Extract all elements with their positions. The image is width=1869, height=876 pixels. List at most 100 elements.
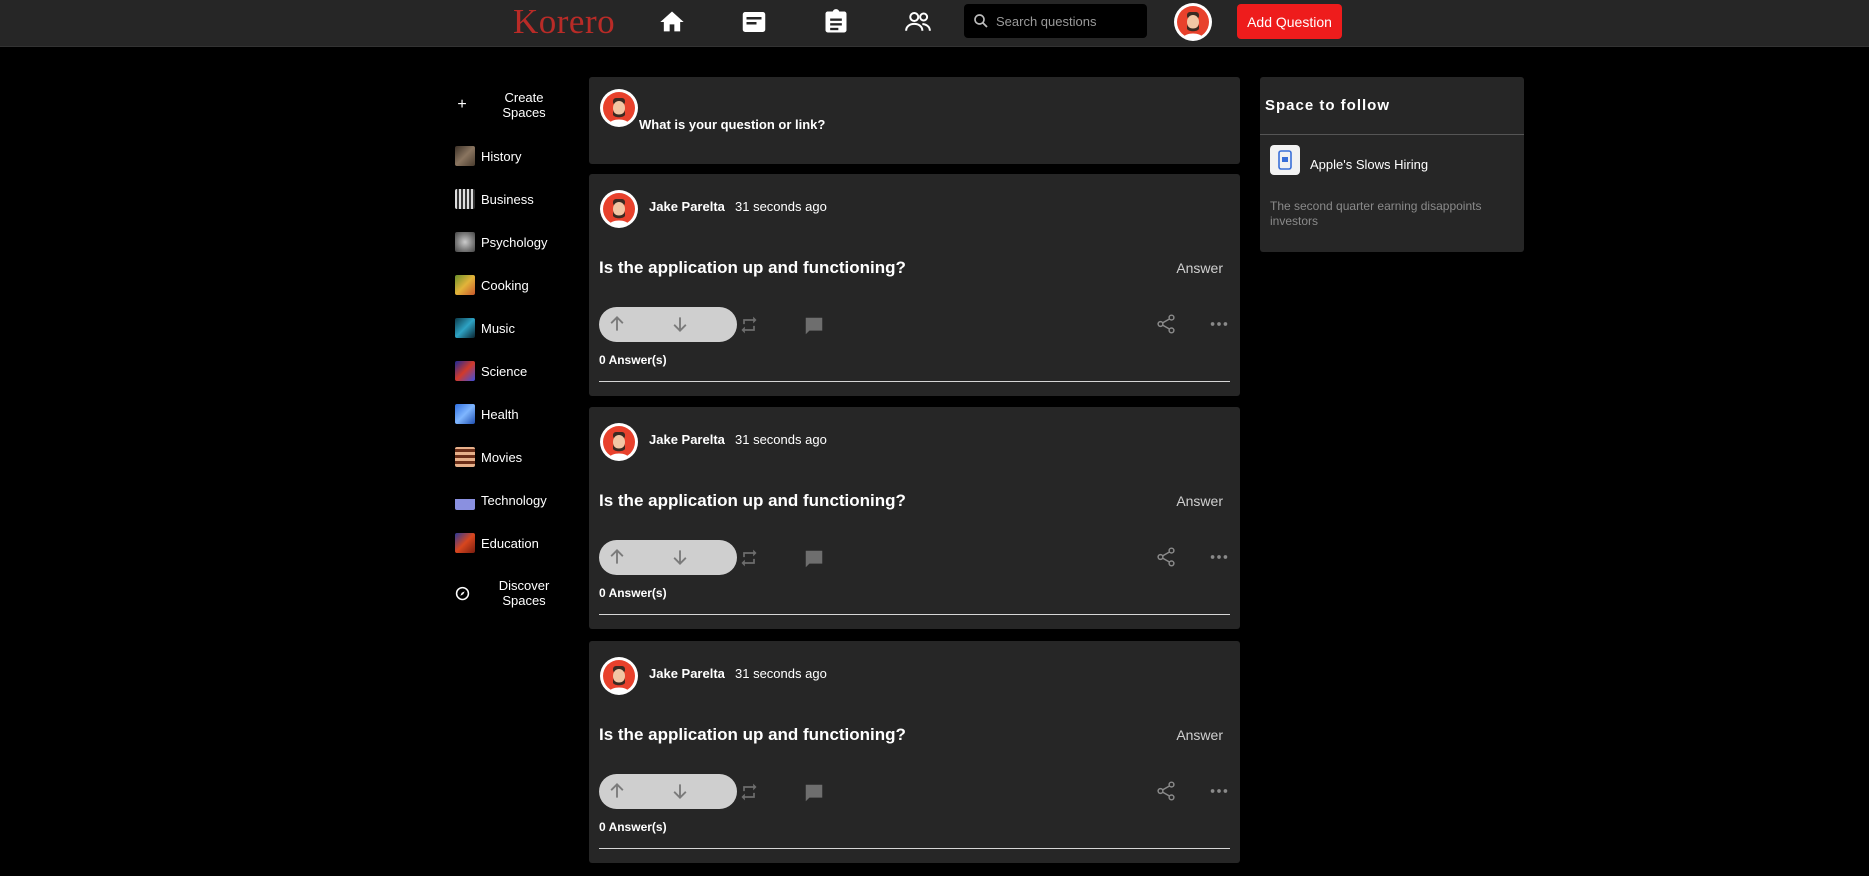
post-timestamp: 31 seconds ago <box>735 666 827 681</box>
movies-thumbnail <box>455 447 475 467</box>
answers-count: 0 Answer(s) <box>599 820 667 834</box>
sidebar-item-label: Education <box>481 535 539 551</box>
upvote-arrow-icon[interactable] <box>607 781 627 806</box>
answers-count: 0 Answer(s) <box>599 586 667 600</box>
search-input[interactable] <box>996 13 1136 29</box>
music-thumbnail <box>455 318 475 338</box>
space-description: The second quarter earning disappoints i… <box>1270 199 1482 228</box>
comment-icon[interactable] <box>803 548 825 575</box>
author-avatar[interactable] <box>599 656 639 696</box>
divider <box>599 381 1230 382</box>
psychology-thumbnail <box>455 232 475 252</box>
vote-pill <box>599 774 737 809</box>
space-to-follow-panel: Space to follow Apple's Slows Hiring The… <box>1260 77 1524 252</box>
sidebar-item-label: Cooking <box>481 277 529 293</box>
app-logo[interactable]: Korero <box>513 2 615 42</box>
sidebar-item-cooking[interactable]: Cooking <box>455 273 529 297</box>
search-bar[interactable] <box>964 4 1147 38</box>
repost-icon[interactable] <box>739 782 759 807</box>
business-thumbnail <box>455 189 475 209</box>
create-spaces-button[interactable]: + Create Spaces <box>452 88 582 122</box>
add-question-button[interactable]: Add Question <box>1237 4 1342 39</box>
more-options-icon[interactable] <box>1208 313 1230 340</box>
sidebar-item-psychology[interactable]: Psychology <box>455 230 547 254</box>
sidebar-item-label: Business <box>481 191 534 207</box>
author-name[interactable]: Jake Parelta <box>649 199 725 214</box>
create-spaces-label: Create Spaces <box>502 90 546 120</box>
question-post: Jake Parelta 31 seconds ago Is the appli… <box>589 174 1240 396</box>
science-thumbnail <box>455 361 475 381</box>
upvote-arrow-icon[interactable] <box>607 314 627 339</box>
author-name[interactable]: Jake Parelta <box>649 432 725 447</box>
divider <box>1260 134 1524 135</box>
technology-thumbnail <box>455 490 475 510</box>
panel-title: Space to follow <box>1265 97 1391 114</box>
comment-icon[interactable] <box>803 782 825 809</box>
clipboard-icon[interactable] <box>818 4 854 40</box>
sidebar-item-label: Music <box>481 320 515 336</box>
sidebar-item-label: Health <box>481 406 519 422</box>
share-icon[interactable] <box>1155 780 1177 807</box>
repost-icon[interactable] <box>739 315 759 340</box>
answers-count: 0 Answer(s) <box>599 353 667 367</box>
downvote-arrow-icon[interactable] <box>670 781 690 806</box>
sidebar-item-health[interactable]: Health <box>455 402 519 426</box>
question-title[interactable]: Is the application up and functioning? <box>599 725 906 745</box>
downvote-arrow-icon[interactable] <box>670 314 690 339</box>
cooking-thumbnail <box>455 275 475 295</box>
ask-question-box[interactable]: What is your question or link? <box>589 77 1240 164</box>
news-icon[interactable] <box>736 4 772 40</box>
sidebar-item-business[interactable]: Business <box>455 187 534 211</box>
ask-prompt[interactable]: What is your question or link? <box>639 117 825 132</box>
sidebar-item-music[interactable]: Music <box>455 316 515 340</box>
share-icon[interactable] <box>1155 313 1177 340</box>
sidebar-item-science[interactable]: Science <box>455 359 527 383</box>
user-avatar[interactable] <box>1173 2 1213 42</box>
answer-button[interactable]: Answer <box>1176 260 1223 276</box>
divider <box>599 848 1230 849</box>
sidebar-item-history[interactable]: History <box>455 144 521 168</box>
question-post: Jake Parelta 31 seconds ago Is the appli… <box>589 407 1240 629</box>
more-options-icon[interactable] <box>1208 780 1230 807</box>
ask-avatar <box>599 88 639 128</box>
health-thumbnail <box>455 404 475 424</box>
vote-pill <box>599 307 737 342</box>
question-post: Jake Parelta 31 seconds ago Is the appli… <box>589 641 1240 863</box>
sidebar-item-technology[interactable]: Technology <box>455 488 547 512</box>
discover-spaces-button[interactable]: Discover Spaces <box>452 576 582 610</box>
vote-pill <box>599 540 737 575</box>
repost-icon[interactable] <box>739 548 759 573</box>
more-options-icon[interactable] <box>1208 546 1230 573</box>
sidebar-item-label: Psychology <box>481 234 548 250</box>
sidebar-item-movies[interactable]: Movies <box>455 445 522 469</box>
share-icon[interactable] <box>1155 546 1177 573</box>
upvote-arrow-icon[interactable] <box>607 547 627 572</box>
discover-spaces-label: Discover Spaces <box>498 578 550 608</box>
education-thumbnail <box>455 533 475 553</box>
space-name[interactable]: Apple's Slows Hiring <box>1310 157 1428 172</box>
post-timestamp: 31 seconds ago <box>735 199 827 214</box>
sidebar-item-education[interactable]: Education <box>455 531 539 555</box>
sidebar-item-label: Movies <box>481 449 523 465</box>
answer-button[interactable]: Answer <box>1176 727 1223 743</box>
author-name[interactable]: Jake Parelta <box>649 666 725 681</box>
people-icon[interactable] <box>900 4 936 40</box>
space-icon[interactable] <box>1270 145 1300 175</box>
compass-icon <box>452 586 472 601</box>
sidebar-item-label: Science <box>481 363 528 379</box>
divider <box>599 614 1230 615</box>
author-avatar[interactable] <box>599 189 639 229</box>
sidebar-item-label: Technology <box>481 492 547 508</box>
comment-icon[interactable] <box>803 315 825 342</box>
downvote-arrow-icon[interactable] <box>670 547 690 572</box>
answer-button[interactable]: Answer <box>1176 493 1223 509</box>
top-navigation-bar: Korero Add Question <box>0 0 1869 47</box>
history-thumbnail <box>455 146 475 166</box>
question-title[interactable]: Is the application up and functioning? <box>599 491 906 511</box>
sidebar-item-label: History <box>481 148 522 164</box>
question-title[interactable]: Is the application up and functioning? <box>599 258 906 278</box>
author-avatar[interactable] <box>599 422 639 462</box>
search-icon <box>974 14 988 28</box>
plus-icon: + <box>457 96 467 113</box>
home-icon[interactable] <box>654 4 690 40</box>
